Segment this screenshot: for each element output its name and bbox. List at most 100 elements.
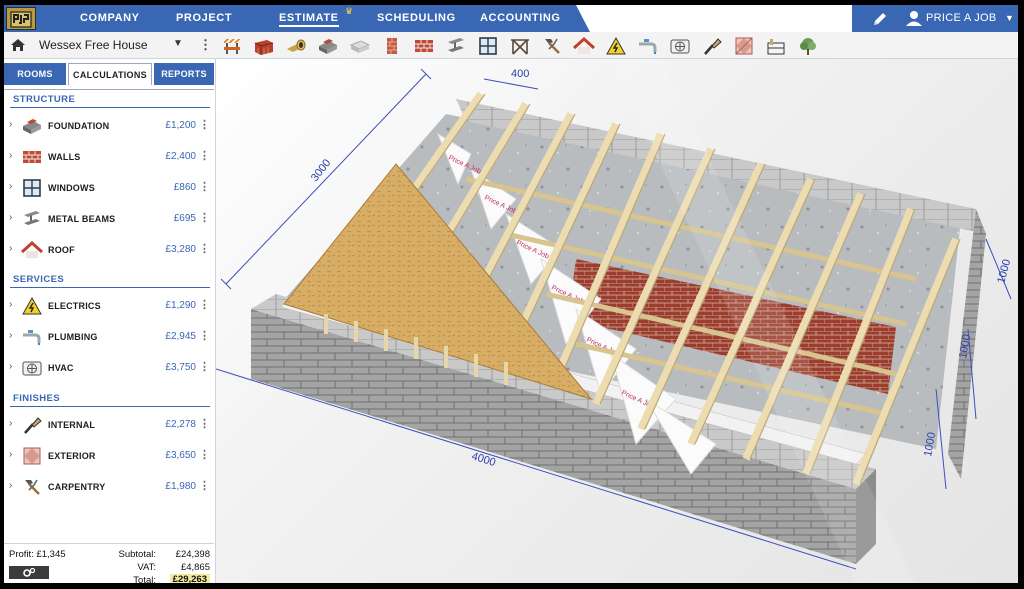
cost-row-internal[interactable]: › INTERNAL £2,278 ⋮ bbox=[4, 414, 214, 436]
chevron-right-icon[interactable]: › bbox=[9, 299, 12, 310]
drainage-icon[interactable] bbox=[280, 32, 312, 59]
account-menu-label[interactable]: PRICE A JOB bbox=[926, 12, 997, 24]
row-menu-icon[interactable]: ⋮ bbox=[199, 211, 210, 224]
frame-icon[interactable] bbox=[504, 32, 536, 59]
project-menu-icon[interactable]: ⋮ bbox=[199, 37, 212, 53]
cost-row-metal-beams[interactable]: › METAL BEAMS £695 ⋮ bbox=[4, 208, 214, 230]
row-menu-icon[interactable]: ⋮ bbox=[199, 448, 210, 461]
cost-row-windows[interactable]: › WINDOWS £860 ⋮ bbox=[4, 177, 214, 199]
cost-row-value: £2,278 bbox=[165, 419, 196, 430]
wall-icon[interactable] bbox=[376, 32, 408, 59]
total-value: £29,263 bbox=[169, 574, 210, 583]
slab-icon[interactable] bbox=[344, 32, 376, 59]
nav-company[interactable]: COMPANY bbox=[80, 12, 140, 24]
cost-row-value: £1,290 bbox=[165, 300, 196, 311]
row-menu-icon[interactable]: ⋮ bbox=[199, 149, 210, 162]
floor-joist-drawing[interactable]: Price A Job Price A Job Price A Job Pric… bbox=[216, 59, 1018, 583]
foundation-icon[interactable] bbox=[312, 32, 344, 59]
subtotal-label: Subtotal: bbox=[118, 549, 157, 560]
cost-row-carpentry[interactable]: › CARPENTRY £1,980 ⋮ bbox=[4, 476, 214, 498]
chevron-right-icon[interactable]: › bbox=[9, 361, 12, 372]
nav-project[interactable]: PROJECT bbox=[176, 12, 232, 24]
roof-icon bbox=[21, 240, 43, 258]
row-menu-icon[interactable]: ⋮ bbox=[199, 417, 210, 430]
plumbing-icon[interactable] bbox=[632, 32, 664, 59]
cost-row-value: £1,200 bbox=[165, 120, 196, 131]
hvac-icon[interactable] bbox=[664, 32, 696, 59]
row-menu-icon[interactable]: ⋮ bbox=[199, 479, 210, 492]
section-title-services: SERVICES bbox=[13, 274, 65, 285]
exterior-icon[interactable] bbox=[728, 32, 760, 59]
cost-row-walls[interactable]: › WALLS £2,400 ⋮ bbox=[4, 146, 214, 168]
edit-pencil-icon[interactable] bbox=[872, 11, 888, 27]
cost-row-value: £3,650 bbox=[165, 450, 196, 461]
chevron-right-icon[interactable]: › bbox=[9, 449, 12, 460]
row-menu-icon[interactable]: ⋮ bbox=[199, 360, 210, 373]
cost-row-value: £3,750 bbox=[165, 362, 196, 373]
cost-row-label: ROOF bbox=[48, 245, 75, 255]
cost-row-roof[interactable]: › ROOF £3,280 ⋮ bbox=[4, 239, 214, 261]
user-icon[interactable] bbox=[905, 9, 923, 27]
app-logo[interactable] bbox=[6, 7, 36, 30]
cost-row-electrics[interactable]: › ELECTRICS £1,290 ⋮ bbox=[4, 295, 214, 317]
cost-row-label: ELECTRICS bbox=[48, 301, 101, 311]
dimension-label-3000: 3000 bbox=[309, 157, 334, 184]
cost-row-exterior[interactable]: › EXTERIOR £3,650 ⋮ bbox=[4, 445, 214, 467]
hammer-icon[interactable] bbox=[536, 32, 568, 59]
roof-icon[interactable] bbox=[568, 32, 600, 59]
nav-accounting[interactable]: ACCOUNTING bbox=[480, 12, 561, 24]
cost-row-label: METAL BEAMS bbox=[48, 214, 116, 224]
chevron-right-icon[interactable]: › bbox=[9, 418, 12, 429]
totals-footer: Profit: £1,345 Subtotal: £24,398 VAT: £4… bbox=[4, 543, 214, 583]
row-menu-icon[interactable]: ⋮ bbox=[199, 118, 210, 131]
tab-rooms[interactable]: ROOMS bbox=[4, 63, 66, 85]
brickwork-icon[interactable] bbox=[408, 32, 440, 59]
dimension-label-4000: 4000 bbox=[470, 450, 497, 469]
row-menu-icon[interactable]: ⋮ bbox=[199, 242, 210, 255]
nav-estimate[interactable]: ESTIMATE bbox=[279, 12, 339, 27]
row-menu-icon[interactable]: ⋮ bbox=[199, 329, 210, 342]
settings-button[interactable] bbox=[9, 566, 49, 579]
bricks-icon[interactable] bbox=[248, 32, 280, 59]
chevron-right-icon[interactable]: › bbox=[9, 119, 12, 130]
chevron-right-icon[interactable]: › bbox=[9, 181, 12, 192]
cost-row-hvac[interactable]: › HVAC £3,750 ⋮ bbox=[4, 357, 214, 379]
cost-row-value: £860 bbox=[173, 182, 196, 193]
electrics-icon[interactable] bbox=[600, 32, 632, 59]
row-menu-icon[interactable]: ⋮ bbox=[199, 298, 210, 311]
tab-calculations[interactable]: CALCULATIONS bbox=[68, 63, 152, 85]
cost-row-foundation[interactable]: › FOUNDATION £1,200 ⋮ bbox=[4, 115, 214, 137]
cost-row-value: £695 bbox=[173, 213, 196, 224]
cost-row-label: EXTERIOR bbox=[48, 451, 96, 461]
cost-row-plumbing[interactable]: › PLUMBING £2,945 ⋮ bbox=[4, 326, 214, 348]
row-menu-icon[interactable]: ⋮ bbox=[199, 180, 210, 193]
vat-value: £4,865 bbox=[180, 562, 210, 573]
project-select[interactable]: Wessex Free House bbox=[39, 38, 148, 52]
electrics-icon bbox=[22, 296, 42, 315]
nav-scheduling[interactable]: SCHEDULING bbox=[377, 12, 456, 24]
landscaping-icon[interactable] bbox=[792, 32, 824, 59]
3d-viewport[interactable]: Price A Job Price A Job Price A Job Pric… bbox=[216, 59, 1018, 583]
cost-row-label: CARPENTRY bbox=[48, 482, 106, 492]
chevron-right-icon[interactable]: › bbox=[9, 150, 12, 161]
paint-icon[interactable] bbox=[696, 32, 728, 59]
dimension-label-400: 400 bbox=[511, 68, 529, 80]
section-title-finishes: FINISHES bbox=[13, 393, 61, 404]
fittings-icon[interactable] bbox=[760, 32, 792, 59]
nav-spacer bbox=[576, 5, 866, 32]
chevron-right-icon[interactable]: › bbox=[9, 330, 12, 341]
chevron-down-icon[interactable]: ▼ bbox=[173, 38, 183, 49]
account-dropdown-icon[interactable]: ▼ bbox=[1005, 13, 1014, 23]
category-toolbar bbox=[216, 32, 824, 59]
chevron-right-icon[interactable]: › bbox=[9, 243, 12, 254]
window-icon[interactable] bbox=[472, 32, 504, 59]
steel-beam-icon[interactable] bbox=[440, 32, 472, 59]
tab-reports[interactable]: REPORTS bbox=[154, 63, 214, 85]
chevron-right-icon[interactable]: › bbox=[9, 480, 12, 491]
section-divider bbox=[10, 287, 210, 288]
home-icon[interactable] bbox=[10, 37, 26, 53]
site-icon[interactable] bbox=[216, 32, 248, 59]
hammer-icon bbox=[25, 479, 40, 495]
profit-text: Profit: £1,345 bbox=[9, 549, 66, 560]
chevron-right-icon[interactable]: › bbox=[9, 212, 12, 223]
